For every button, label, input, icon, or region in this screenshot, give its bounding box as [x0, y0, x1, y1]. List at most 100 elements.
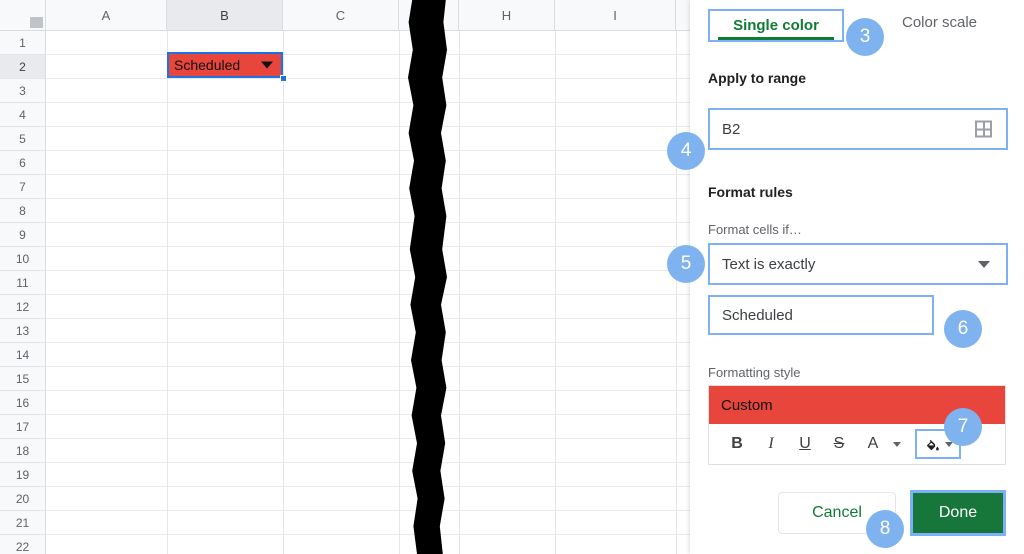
row-header-8[interactable]: 8: [0, 199, 46, 223]
underline-button[interactable]: U: [791, 435, 819, 453]
strikethrough-button[interactable]: S: [825, 435, 853, 453]
row-header-18[interactable]: 18: [0, 439, 46, 463]
column-header-a[interactable]: A: [46, 0, 167, 31]
row-header-label: 3: [19, 83, 26, 98]
row-header-2[interactable]: 2: [0, 55, 46, 79]
apply-to-range-value: B2: [722, 120, 741, 138]
tab-active-underline: [718, 37, 834, 40]
tab-single-color-label: Single color: [733, 17, 819, 34]
row-header-16[interactable]: 16: [0, 391, 46, 415]
row-header-5[interactable]: 5: [0, 127, 46, 151]
row-header-21[interactable]: 21: [0, 511, 46, 535]
formatting-style-label: Formatting style: [708, 365, 801, 380]
italic-button[interactable]: I: [757, 435, 785, 453]
gridline-horizontal: [46, 342, 700, 343]
row-header-label: 19: [15, 467, 30, 482]
gridline-horizontal: [46, 222, 700, 223]
select-all-triangle-icon: [30, 17, 43, 28]
row-header-11[interactable]: 11: [0, 271, 46, 295]
apply-to-range-label: Apply to range: [708, 70, 807, 86]
row-header-label: 22: [15, 539, 30, 554]
condition-value-input[interactable]: Scheduled: [708, 295, 934, 335]
row-header-label: 15: [15, 371, 30, 386]
chevron-down-icon[interactable]: [978, 261, 990, 268]
row-header-label: 12: [15, 299, 30, 314]
fill-handle[interactable]: [280, 75, 287, 82]
cancel-button-label: Cancel: [812, 504, 862, 521]
grid-select-icon[interactable]: [975, 120, 992, 138]
cell-dropdown-caret-icon[interactable]: [261, 61, 273, 69]
row-header-7[interactable]: 7: [0, 175, 46, 199]
column-header-h[interactable]: H: [459, 0, 555, 31]
gridline-horizontal: [46, 510, 700, 511]
row-header-label: 7: [19, 179, 26, 194]
screenshot-root: ABCHI 1 2 3 4 5 6 7 8 9 10 11 12 13 14 15 16 17 18 19 20 21 2…: [0, 0, 1024, 554]
done-button[interactable]: Done: [913, 493, 1003, 533]
column-header-b[interactable]: B: [167, 0, 283, 31]
row-header-label: 9: [19, 227, 26, 242]
gridline-horizontal: [46, 246, 700, 247]
text-color-button[interactable]: A: [859, 435, 887, 453]
step-badge-5: 5: [667, 245, 705, 283]
column-header-label: A: [101, 7, 111, 23]
gridline-horizontal: [46, 102, 700, 103]
cell-b2-value: Scheduled: [174, 57, 241, 73]
gridline-horizontal: [46, 198, 700, 199]
gridline-horizontal: [46, 438, 700, 439]
row-header-15[interactable]: 15: [0, 367, 46, 391]
row-header-4[interactable]: 4: [0, 103, 46, 127]
gridline-horizontal: [46, 150, 700, 151]
condition-select-value: Text is exactly: [722, 255, 816, 273]
row-header-label: 21: [15, 515, 30, 530]
step-badge-4: 4: [667, 132, 705, 170]
row-header-label: 10: [15, 251, 30, 266]
gridline-horizontal: [46, 534, 700, 535]
row-header-17[interactable]: 17: [0, 415, 46, 439]
gridline-horizontal: [46, 462, 700, 463]
condition-select[interactable]: Text is exactly: [708, 243, 1008, 285]
row-header-22[interactable]: 22: [0, 535, 46, 554]
column-header-i[interactable]: I: [555, 0, 676, 31]
column-header-label: C: [335, 7, 346, 23]
row-header-3[interactable]: 3: [0, 79, 46, 103]
gridline-horizontal: [46, 318, 700, 319]
step-badge-3: 3: [846, 18, 884, 56]
gridline-vertical: [555, 31, 556, 554]
done-button-highlight: Done: [910, 490, 1006, 536]
row-header-label: 18: [15, 443, 30, 458]
row-header-label: 14: [15, 347, 30, 362]
row-header-14[interactable]: 14: [0, 343, 46, 367]
row-header-label: 16: [15, 395, 30, 410]
apply-to-range-input[interactable]: B2: [708, 108, 1008, 150]
tab-color-scale[interactable]: Color scale: [902, 14, 977, 31]
bold-button[interactable]: B: [723, 435, 751, 453]
gridline-horizontal: [46, 270, 700, 271]
gridline-vertical: [459, 31, 460, 554]
row-header-label: 5: [19, 131, 26, 146]
select-all-corner[interactable]: [0, 0, 46, 31]
gridline-horizontal: [46, 54, 700, 55]
row-header-19[interactable]: 19: [0, 463, 46, 487]
row-header-label: 1: [19, 35, 26, 50]
row-header-10[interactable]: 10: [0, 247, 46, 271]
format-preview-text: Custom: [721, 396, 773, 414]
gridline-horizontal: [46, 78, 700, 79]
column-header-label: H: [501, 7, 512, 23]
done-button-label: Done: [938, 504, 978, 521]
paint-bucket-icon: [926, 439, 939, 451]
row-header-label: 6: [19, 155, 26, 170]
gridline-vertical: [399, 31, 400, 554]
row-header-9[interactable]: 9: [0, 223, 46, 247]
cell-b2[interactable]: Scheduled: [167, 52, 283, 78]
row-header-1[interactable]: 1: [0, 31, 46, 55]
gridline-horizontal: [46, 414, 700, 415]
column-header-c[interactable]: C: [283, 0, 399, 31]
row-header-20[interactable]: 20: [0, 487, 46, 511]
spreadsheet-grid[interactable]: ABCHI 1 2 3 4 5 6 7 8 9 10 11 12 13 14 15 16 17 18 19 20 21 2…: [0, 0, 700, 554]
gridline-vertical: [167, 31, 168, 554]
row-header-13[interactable]: 13: [0, 319, 46, 343]
text-color-chevron-icon[interactable]: [893, 441, 901, 447]
row-header-6[interactable]: 6: [0, 151, 46, 175]
row-header-12[interactable]: 12: [0, 295, 46, 319]
row-header-label: 4: [19, 107, 26, 122]
